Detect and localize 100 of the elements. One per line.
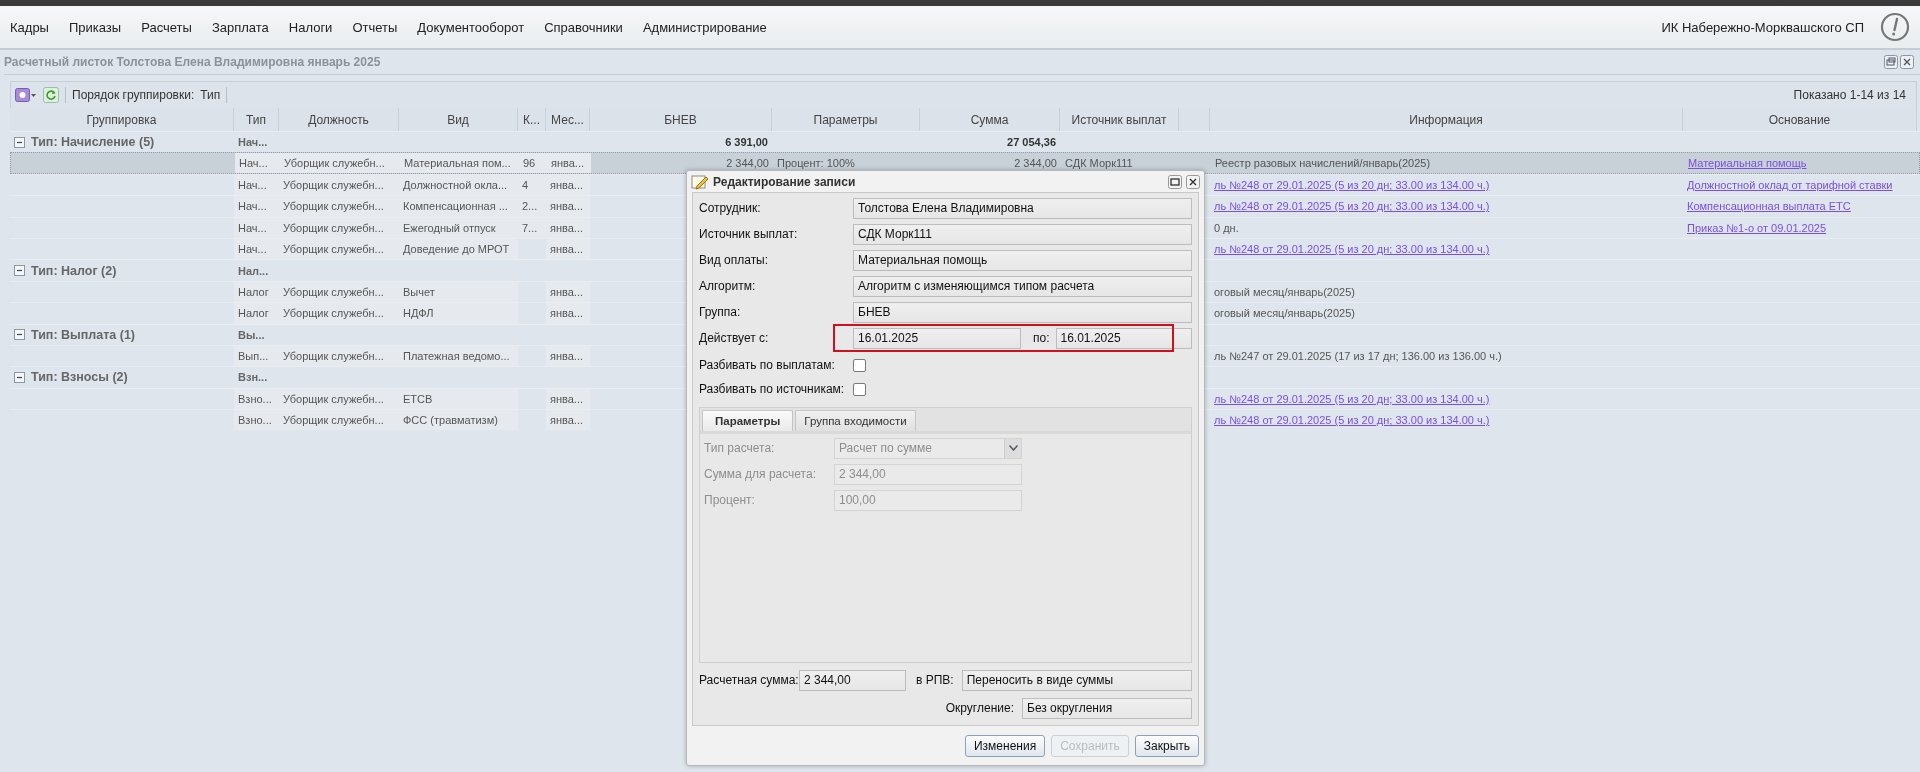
info-link[interactable]: ль №248 от 29.01.2025 (5 из 20 дн; 33.00 из 134.00 ч.) bbox=[1214, 243, 1490, 256]
grouping-label: Порядок группировки: bbox=[72, 88, 195, 102]
info-link[interactable]: ль №248 от 29.01.2025 (5 из 20 дн; 33.00 из 134.00 ч.) bbox=[1214, 178, 1490, 191]
date-field[interactable]: 16.01.2025 bbox=[1055, 327, 1192, 349]
field-label: Вид оплаты: bbox=[699, 253, 770, 267]
column-header[interactable]: Источник выплат bbox=[1060, 108, 1179, 131]
table-cell: Уборщик служебн... bbox=[279, 238, 399, 260]
table-cell: 96 bbox=[519, 153, 547, 173]
table-cell: Вып... bbox=[234, 345, 279, 367]
text-field[interactable]: Алгоритм с изменяющимся типом расчета bbox=[853, 275, 1192, 297]
table-cell: Взно... bbox=[234, 410, 279, 431]
column-header[interactable]: Тип bbox=[234, 108, 279, 131]
dialog-button[interactable]: Изменения bbox=[964, 735, 1046, 757]
field-label: Процент: bbox=[704, 493, 756, 507]
field-label: по: bbox=[1032, 331, 1051, 345]
group-title: Тип: Налог (2) bbox=[31, 263, 117, 278]
checkbox[interactable] bbox=[853, 382, 866, 396]
alert-icon[interactable] bbox=[1880, 12, 1910, 42]
dialog-button[interactable]: Закрыть bbox=[1134, 735, 1199, 757]
table-cell: ль №247 от 29.01.2025 (17 из 17 дн; 136.00 из 136.00 ч.) bbox=[1214, 350, 1502, 363]
table-cell: янва... bbox=[546, 345, 590, 367]
table-cell: Реестр разовых начислений/январь(2025) bbox=[1215, 157, 1431, 170]
text-field[interactable]: Материальная помощь bbox=[853, 249, 1192, 271]
collapse-icon[interactable] bbox=[14, 329, 25, 341]
table-cell: янва... bbox=[546, 281, 590, 303]
text-field[interactable]: БНЕВ bbox=[853, 301, 1192, 323]
table-cell: 0 дн. bbox=[1214, 221, 1239, 234]
table-cell: Нач... bbox=[234, 217, 279, 238]
table-cell: оговый месяц/январь(2025) bbox=[1214, 285, 1355, 298]
restore-icon[interactable] bbox=[1168, 174, 1182, 189]
table-cell: Платежная ведомо... bbox=[399, 345, 518, 367]
organization-name: ИК Набережно-Морквашского СП bbox=[1661, 19, 1864, 35]
caret-icon[interactable] bbox=[1008, 445, 1018, 451]
column-header[interactable]: Сумма bbox=[920, 108, 1060, 131]
checkbox[interactable] bbox=[853, 358, 866, 372]
menu-item[interactable]: Кадры bbox=[0, 19, 59, 35]
date-field[interactable]: 16.01.2025 bbox=[853, 327, 1021, 349]
table-cell: 7... bbox=[518, 217, 546, 238]
basis-link[interactable]: Компенсационная выплата ЕТС bbox=[1687, 200, 1851, 213]
column-header[interactable]: К... bbox=[518, 108, 546, 131]
table-cell: Должностной окла... bbox=[399, 174, 518, 196]
text-field[interactable]: 2 344,00 bbox=[799, 669, 906, 691]
menu-item[interactable]: Справочники bbox=[534, 19, 633, 35]
column-header[interactable]: Информация bbox=[1210, 108, 1683, 131]
table-cell-text: Вы... bbox=[237, 327, 266, 343]
menu-item[interactable]: Налоги bbox=[278, 19, 343, 35]
collapse-icon[interactable] bbox=[14, 136, 25, 148]
column-header[interactable]: Должность bbox=[279, 108, 399, 131]
edit-icon bbox=[691, 173, 709, 190]
table-cell: янва... bbox=[546, 238, 590, 260]
restore-icon[interactable] bbox=[1884, 55, 1898, 69]
collapse-icon[interactable] bbox=[14, 265, 25, 277]
menu-item[interactable]: Документооборот bbox=[407, 19, 535, 35]
column-header[interactable]: Основание bbox=[1683, 108, 1917, 131]
table-cell: янва... bbox=[547, 153, 591, 173]
table-cell: Налог bbox=[234, 303, 279, 324]
text-field[interactable]: Толстова Елена Владимировна bbox=[853, 197, 1192, 219]
info-link[interactable]: ль №248 от 29.01.2025 (5 из 20 дн; 33.00 из 134.00 ч.) bbox=[1214, 200, 1490, 213]
menu-item[interactable]: Расчеты bbox=[131, 19, 202, 35]
table-row[interactable]: Нач... Уборщик служебн... Материальная пом... 96 янва... 2 344,00 Процент: 100% 2 344,00 СДК Морк111 Реестр разовых начислений/январь(2025) Материальная помощь bbox=[10, 152, 1920, 174]
info-link[interactable]: ль №248 от 29.01.2025 (5 из 20 дн; 33.00 из 134.00 ч.) bbox=[1214, 414, 1490, 427]
settings-menu-button[interactable] bbox=[15, 87, 37, 103]
table-cell: Взно... bbox=[234, 388, 279, 410]
grouping-value[interactable]: Тип bbox=[200, 88, 221, 102]
tab[interactable]: Группа входимости bbox=[795, 410, 916, 431]
column-header[interactable]: Группировка bbox=[10, 108, 234, 131]
menu-item[interactable]: Отчеты bbox=[342, 19, 408, 35]
table-cell: ФСС (травматизм) bbox=[399, 410, 518, 431]
table-cell: Уборщик служебн... bbox=[280, 153, 400, 173]
table-cell: Уборщик служебн... bbox=[279, 410, 399, 431]
table-cell: Нач... bbox=[234, 174, 279, 196]
panel-title: Расчетный листок Толстова Елена Владимировна январь 2025 bbox=[4, 55, 381, 69]
column-header[interactable]: Вид bbox=[399, 108, 518, 131]
text-field[interactable]: СДК Морк111 bbox=[853, 223, 1192, 245]
table-cell: янва... bbox=[546, 410, 590, 431]
menu-item[interactable]: Зарплата bbox=[201, 19, 279, 35]
text-field[interactable]: Без округления bbox=[1022, 697, 1192, 719]
close-icon[interactable] bbox=[1900, 55, 1914, 69]
basis-link[interactable]: Приказ №1-о от 09.01.2025 bbox=[1687, 221, 1827, 234]
table-cell: Уборщик служебн... bbox=[279, 388, 399, 410]
column-header[interactable]: БНЕВ bbox=[590, 108, 772, 131]
menu-item[interactable]: Администрирование bbox=[632, 19, 777, 35]
tab[interactable]: Параметры bbox=[702, 410, 794, 431]
basis-link[interactable]: Должностной оклад от тарифной ставки bbox=[1687, 178, 1893, 191]
collapse-icon[interactable] bbox=[14, 372, 25, 383]
dialog-title: Редактирование записи bbox=[713, 174, 856, 189]
group-title: Тип: Начисление (5) bbox=[31, 135, 155, 150]
column-header[interactable]: Параметры bbox=[772, 108, 920, 131]
info-link[interactable]: ль №248 от 29.01.2025 (5 из 20 дн; 33.00 из 134.00 ч.) bbox=[1214, 392, 1490, 405]
menu-item[interactable]: Приказы bbox=[58, 19, 132, 35]
table-cell: Уборщик служебн... bbox=[279, 217, 399, 238]
column-header[interactable]: Мес... bbox=[546, 108, 590, 131]
refresh-icon[interactable] bbox=[43, 87, 59, 103]
close-icon[interactable] bbox=[1186, 174, 1200, 189]
field-label: Действует с: bbox=[699, 331, 770, 345]
field-label: Сотрудник: bbox=[699, 201, 762, 215]
table-cell: оговый месяц/январь(2025) bbox=[1214, 307, 1355, 320]
text-field[interactable]: Переносить в виде суммы bbox=[961, 669, 1192, 691]
field-label: Алгоритм: bbox=[699, 279, 757, 293]
table-cell: Уборщик служебн... bbox=[279, 281, 399, 303]
